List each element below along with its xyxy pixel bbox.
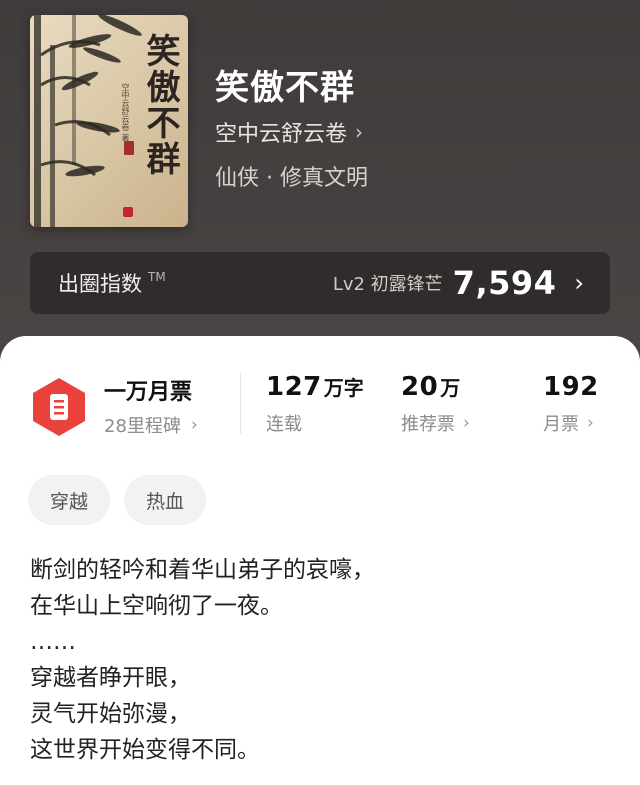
word-count-unit: 万字 [323, 376, 364, 400]
cover-title: 笑傲不群 [140, 33, 180, 177]
index-value: 7,594 [452, 264, 557, 302]
tag-chip[interactable]: 热血 [124, 475, 207, 525]
book-title: 笑傲不群 [215, 68, 355, 108]
word-count-value: 127 [266, 372, 322, 402]
author-link[interactable]: 空中云舒云卷 › [215, 116, 363, 148]
intro-line: …… [30, 629, 76, 655]
recommend-stat[interactable]: 20 万 推荐票 › [401, 372, 470, 436]
intro-line: 在华山上空响彻了一夜。 [30, 593, 283, 619]
genre-label: 仙侠 · 修真文明 [215, 166, 368, 191]
monthly-ticket-stat[interactable]: 192 月票 › [543, 372, 599, 436]
publisher-logo-icon [123, 207, 133, 217]
chevron-right-icon: › [190, 415, 198, 435]
word-count-label: 连载 [266, 414, 302, 435]
chevron-right-icon: › [587, 413, 594, 433]
recommend-unit: 万 [440, 376, 461, 400]
tag-chip[interactable]: 穿越 [28, 475, 111, 525]
author-name: 空中云舒云卷 [215, 122, 348, 147]
recommend-value: 20 [401, 372, 439, 402]
index-summary: Lv2 初露锋芒 7,594 › [333, 264, 584, 302]
chevron-right-icon: › [355, 120, 364, 144]
stats-divider [240, 372, 241, 434]
index-label: 出圈指数 [58, 272, 142, 296]
monthly-ticket-value: 192 [543, 372, 599, 402]
milestone-count: 28里程碑 [104, 416, 181, 437]
book-intro[interactable]: 断剑的轻吟和着华山弟子的哀嚎， 在华山上空响彻了一夜。 …… 穿越者睁开眼， 灵… [30, 552, 620, 768]
ticket-milestone-sub[interactable]: 28里程碑 › [104, 412, 198, 438]
monthly-ticket-label: 月票 [543, 414, 579, 435]
monthly-ticket-icon[interactable] [30, 376, 88, 438]
intro-line: 灵气开始弥漫， [30, 701, 191, 727]
trademark-mark: TM [148, 270, 166, 284]
ticket-milestone-title[interactable]: 一万月票 [104, 374, 192, 406]
word-count-stat: 127 万字 连载 [266, 372, 364, 436]
intro-line: 这世界开始变得不同。 [30, 737, 260, 763]
index-level: Lv2 初露锋芒 [332, 274, 443, 295]
recommend-label: 推荐票 [401, 414, 455, 435]
cover-author: 空中云舒云卷 著 [121, 83, 130, 142]
book-header: 笑傲不群 空中云舒云卷 著 笑傲不群 空中云舒云卷 › 仙侠 · 修真文明 出圈… [0, 0, 640, 360]
chevron-right-icon: › [574, 269, 584, 297]
chevron-right-icon: › [463, 413, 470, 433]
popularity-index-bar[interactable]: 出圈指数 TM Lv2 初露锋芒 7,594 › [30, 252, 610, 314]
book-cover[interactable]: 笑傲不群 空中云舒云卷 著 [30, 15, 188, 227]
cover-seal-icon [124, 141, 134, 155]
intro-line: 断剑的轻吟和着华山弟子的哀嚎， [30, 557, 375, 583]
intro-line: 穿越者睁开眼， [30, 665, 191, 691]
tag-list: 穿越 热血 [28, 475, 207, 525]
